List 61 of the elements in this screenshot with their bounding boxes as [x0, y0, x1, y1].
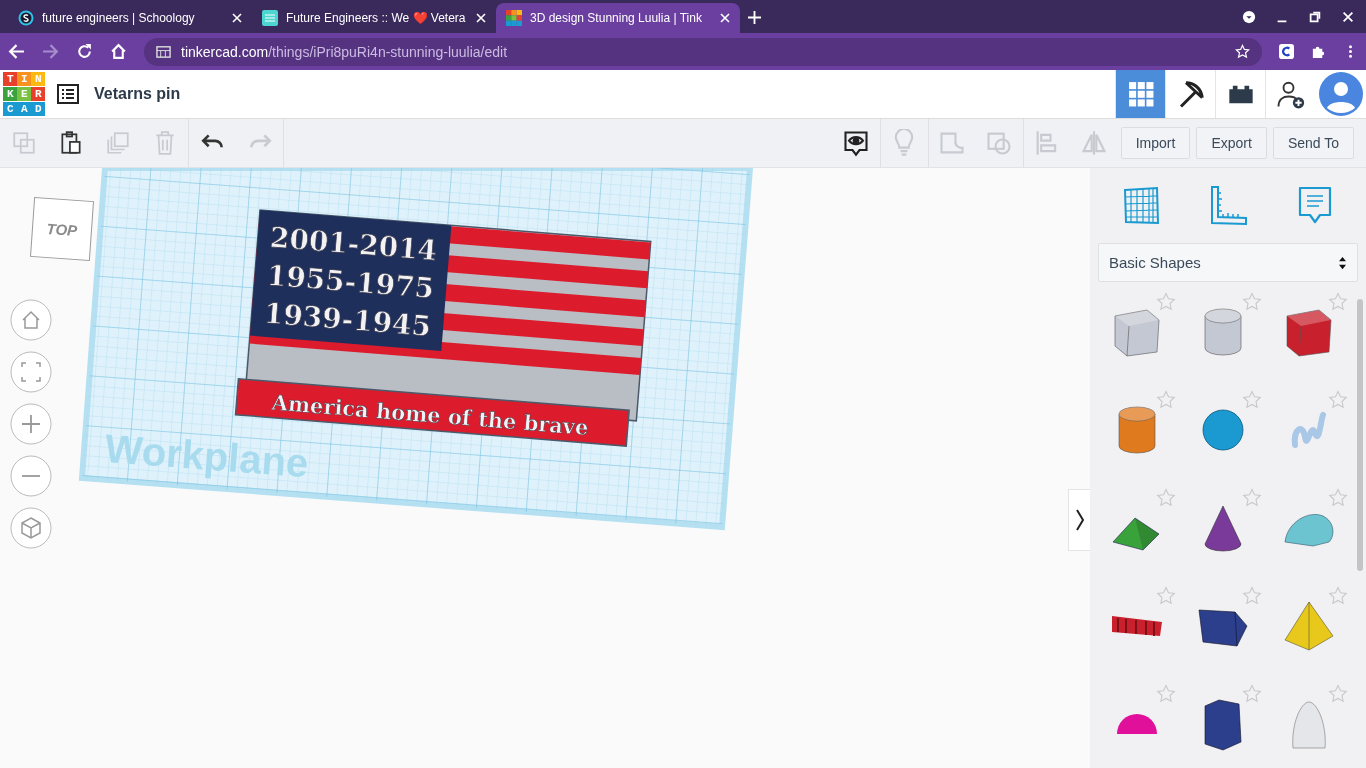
- fit-view-icon[interactable]: [10, 351, 52, 393]
- tab-title: Future Engineers :: We ❤ Vetera: [286, 11, 467, 25]
- back-icon[interactable]: [8, 43, 25, 60]
- reload-icon[interactable]: [76, 43, 93, 60]
- forward-icon[interactable]: [42, 43, 59, 60]
- updown-icon: [1338, 255, 1347, 270]
- zoom-in-icon[interactable]: [10, 403, 52, 445]
- tab-title: future engineers | Schoology: [42, 11, 196, 25]
- home-icon[interactable]: [110, 43, 127, 60]
- tab-title: 3D design Stunning Luulia | Tink: [530, 11, 703, 25]
- browser-tab[interactable]: Future Engineers :: We ❤ Vetera: [252, 3, 496, 33]
- cube-icon[interactable]: [10, 507, 52, 549]
- url-text: tinkercad.com/things/iPri8puRi4n-stunning-luulia/edit: [181, 43, 508, 60]
- star-icon[interactable]: [1156, 586, 1176, 606]
- star-icon[interactable]: [1156, 488, 1176, 508]
- star-icon[interactable]: [1156, 684, 1176, 704]
- list-icon[interactable]: [57, 84, 79, 104]
- browser-tab[interactable]: future engineers | Schoology: [8, 3, 252, 33]
- category-dropdown[interactable]: Basic Shapes: [1098, 243, 1358, 282]
- plus-icon[interactable]: [748, 11, 761, 24]
- star-icon[interactable]: [1156, 292, 1176, 312]
- star-icon[interactable]: [1242, 684, 1262, 704]
- close-icon[interactable]: [1341, 10, 1355, 24]
- action-button[interactable]: Export: [1196, 127, 1267, 159]
- avatar[interactable]: [1319, 72, 1363, 116]
- star-icon[interactable]: [1242, 586, 1262, 606]
- close-icon[interactable]: [720, 13, 730, 23]
- design-title[interactable]: Vetarns pin: [94, 85, 181, 103]
- star-icon[interactable]: [1328, 684, 1348, 704]
- browser-tab[interactable]: 3D design Stunning Luulia | Tink: [496, 3, 740, 33]
- site-info-icon[interactable]: [156, 44, 171, 59]
- grid-icon: [1127, 81, 1154, 107]
- ruler-icon[interactable]: [1208, 183, 1248, 227]
- zoom-out-icon[interactable]: [10, 455, 52, 497]
- color-grid-icon: [506, 10, 522, 26]
- close-icon[interactable]: [232, 13, 242, 23]
- collapse-panel-button[interactable]: [1068, 489, 1090, 551]
- home-view-icon[interactable]: [10, 299, 52, 341]
- banner-text: America home of the brave: [270, 389, 590, 440]
- star-icon[interactable]: [1242, 488, 1262, 508]
- s-circle-icon: [18, 10, 34, 26]
- close-icon[interactable]: [476, 13, 486, 23]
- action-button[interactable]: Send To: [1272, 127, 1354, 159]
- restore-icon[interactable]: [1308, 10, 1322, 24]
- star-icon[interactable]: [1242, 292, 1262, 312]
- site-logo-icon: [262, 10, 278, 26]
- star-icon[interactable]: [1328, 292, 1348, 312]
- star-icon[interactable]: [1242, 390, 1262, 410]
- puzzle-icon[interactable]: [1311, 44, 1326, 59]
- extension-badge-icon[interactable]: [1279, 44, 1294, 59]
- star-icon[interactable]: [1328, 586, 1348, 606]
- action-button[interactable]: Import: [1120, 127, 1191, 159]
- star-icon[interactable]: [1328, 488, 1348, 508]
- eye-icon[interactable]: [842, 129, 871, 157]
- star-icon[interactable]: [1328, 390, 1348, 410]
- scrollbar[interactable]: [1357, 299, 1363, 571]
- add-user-icon: [1275, 79, 1306, 109]
- dropdown-icon[interactable]: [1242, 10, 1256, 24]
- star-icon[interactable]: [1156, 390, 1176, 410]
- chevron-icon: [1075, 508, 1085, 532]
- address-field[interactable]: tinkercad.com/things/iPri8puRi4n-stunning-luulia/edit: [144, 37, 1262, 66]
